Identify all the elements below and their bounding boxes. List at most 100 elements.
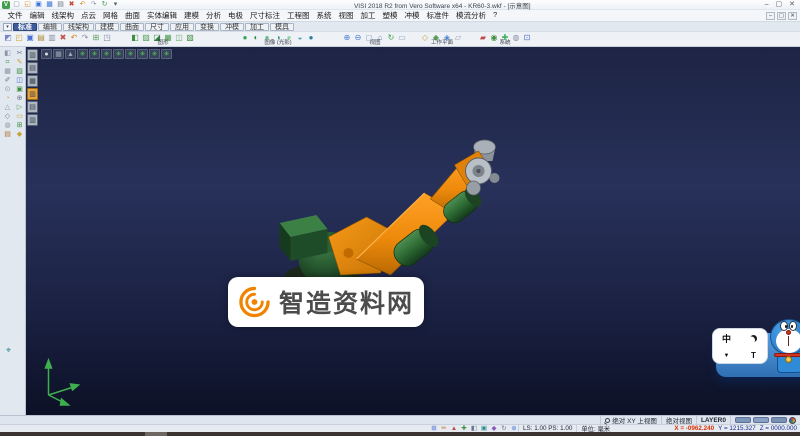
- mesh-edit-icon[interactable]: ▦: [3, 68, 12, 76]
- wireframe-icon[interactable]: ◧: [130, 33, 140, 43]
- shade-icon[interactable]: ▨: [141, 33, 151, 43]
- redo-icon[interactable]: ↷: [80, 33, 90, 43]
- menu-item[interactable]: 文件: [4, 10, 26, 21]
- layer-filter-icon[interactable]: ✳: [77, 49, 88, 59]
- point-icon[interactable]: ⊙: [3, 86, 12, 94]
- rotate-view-icon[interactable]: ↻: [386, 33, 396, 43]
- layer-filter-icon[interactable]: ✳: [161, 49, 172, 59]
- refresh-icon[interactable]: ↻: [100, 0, 109, 9]
- close-button[interactable]: ✕: [789, 0, 795, 9]
- layer-color-swatch[interactable]: [735, 417, 751, 423]
- rect-icon[interactable]: ▭: [15, 113, 24, 121]
- toolbar-tab[interactable]: 曲面: [120, 23, 144, 31]
- copy-icon[interactable]: ▥: [47, 33, 57, 43]
- menu-item[interactable]: 加工: [357, 10, 379, 21]
- workplane-xy-icon[interactable]: ◇: [420, 33, 430, 43]
- moon-icon[interactable]: [750, 335, 757, 342]
- edge-icon[interactable]: ▧: [185, 33, 195, 43]
- menu-item[interactable]: 视图: [335, 10, 357, 21]
- diamond-icon[interactable]: ◇: [3, 113, 12, 121]
- shaded-view-icon[interactable]: ●: [41, 49, 52, 59]
- toolbar-tab[interactable]: 模具: [270, 23, 294, 31]
- mdi-minimize-button[interactable]: –: [766, 12, 775, 20]
- sketch-icon[interactable]: ◧: [3, 50, 12, 58]
- surface-icon[interactable]: ▨: [15, 68, 24, 76]
- grid-icon[interactable]: ⊞: [91, 33, 101, 43]
- layer-filter-icon[interactable]: ✳: [89, 49, 100, 59]
- menu-item[interactable]: 冲模: [401, 10, 423, 21]
- menu-item[interactable]: 实体编辑: [144, 10, 181, 21]
- menu-item[interactable]: 塑模: [379, 10, 401, 21]
- refresh-icon[interactable]: ↻: [500, 425, 508, 432]
- delete-icon[interactable]: ✖: [67, 0, 76, 9]
- arc-icon[interactable]: ◔: [3, 95, 12, 103]
- menu-item[interactable]: 网格: [100, 10, 122, 21]
- minimize-button[interactable]: –: [765, 0, 769, 9]
- toolbar-tab[interactable]: 编辑: [38, 23, 62, 31]
- undo-icon[interactable]: ↶: [78, 0, 87, 9]
- ime-toolbar[interactable]: 中 ▼ T: [712, 328, 768, 364]
- mask-active-button[interactable]: ▥: [27, 88, 38, 100]
- robot-model-3d[interactable]: [26, 47, 800, 415]
- mask-faces-button[interactable]: ▦: [27, 75, 38, 87]
- wireframe-view-icon[interactable]: ▦: [53, 49, 64, 59]
- mask-points-button[interactable]: ▥: [27, 114, 38, 126]
- draw-icon[interactable]: ✎: [15, 59, 24, 67]
- tab-dropdown-icon[interactable]: ▾: [3, 23, 12, 31]
- zoom-in-icon[interactable]: ⊕: [342, 33, 352, 43]
- system-settings-icon[interactable]: ▰: [478, 33, 488, 43]
- trim-icon[interactable]: ✂: [15, 50, 24, 58]
- view-mode-segment[interactable]: 绝对 XY 上视图: [600, 416, 661, 424]
- open-file-icon[interactable]: ◱: [23, 0, 32, 9]
- ime-text-tool-icon[interactable]: T: [751, 351, 756, 360]
- menu-item[interactable]: 工程图: [284, 10, 314, 21]
- layer-filter-icon[interactable]: ✳: [137, 49, 148, 59]
- snap-icon[interactable]: ◉: [489, 33, 499, 43]
- material-icon[interactable]: ●: [306, 33, 316, 43]
- toolbar-tab[interactable]: 线架构: [63, 23, 94, 31]
- menu-item[interactable]: 编辑: [26, 10, 48, 21]
- hidden-line-icon[interactable]: ▲: [65, 49, 76, 59]
- layer-color-swatch[interactable]: [771, 417, 787, 423]
- circle-icon[interactable]: ⊕: [15, 95, 24, 103]
- layer-color-swatch[interactable]: [753, 417, 769, 423]
- mdi-restore-button[interactable]: ▢: [777, 12, 786, 20]
- grid-snap-icon[interactable]: ⊞: [15, 122, 24, 130]
- region-icon[interactable]: ▣: [15, 86, 24, 94]
- triangle-icon[interactable]: △: [3, 104, 12, 112]
- mask-solids-button[interactable]: ▤: [27, 62, 38, 74]
- workplane-reset-icon[interactable]: ▱: [453, 33, 463, 43]
- layer-filter-icon[interactable]: ✳: [149, 49, 160, 59]
- face-icon[interactable]: ◫: [174, 33, 184, 43]
- properties-icon[interactable]: ◳: [102, 33, 112, 43]
- qat-dropdown-icon[interactable]: ▾: [111, 0, 120, 9]
- menu-item[interactable]: 尺寸标注: [247, 10, 284, 21]
- hatch-icon[interactable]: ⌗: [3, 59, 12, 67]
- menu-item[interactable]: 分析: [203, 10, 225, 21]
- shaded-sphere-icon[interactable]: ●: [240, 33, 250, 43]
- redo-icon[interactable]: ↷: [89, 0, 98, 9]
- open-icon[interactable]: ◰: [14, 33, 24, 43]
- panel-icon[interactable]: ◫: [15, 77, 24, 85]
- menu-item[interactable]: 系统: [313, 10, 335, 21]
- transparency-icon[interactable]: ◒: [295, 33, 305, 43]
- save-all-icon[interactable]: ▦: [45, 0, 54, 9]
- menu-item[interactable]: 曲面: [122, 10, 144, 21]
- toolbar-tab[interactable]: 加工: [245, 23, 269, 31]
- toolbar-tab[interactable]: 建模: [95, 23, 119, 31]
- menu-item[interactable]: 电极: [225, 10, 247, 21]
- mask-wireframe-button[interactable]: ▤: [27, 101, 38, 113]
- snap-grid-icon[interactable]: ⊞: [430, 425, 438, 432]
- database-icon[interactable]: ⊡: [522, 33, 532, 43]
- toolbar-tab[interactable]: 变换: [195, 23, 219, 31]
- ucs-widget-icon[interactable]: ⌖: [6, 345, 11, 356]
- edit-pencil-icon[interactable]: ✏: [440, 425, 448, 432]
- toolbar-tab[interactable]: 应用: [170, 23, 194, 31]
- menu-item[interactable]: ?: [490, 10, 501, 21]
- play-icon[interactable]: ▷: [15, 104, 24, 112]
- select-icon[interactable]: ◩: [3, 33, 13, 43]
- ime-toolbox-icon[interactable]: ▼: [724, 353, 730, 359]
- flag-icon[interactable]: ▲: [450, 425, 458, 432]
- halfshade-icon[interactable]: ◐: [251, 33, 261, 43]
- gem-icon[interactable]: ◆: [15, 131, 24, 139]
